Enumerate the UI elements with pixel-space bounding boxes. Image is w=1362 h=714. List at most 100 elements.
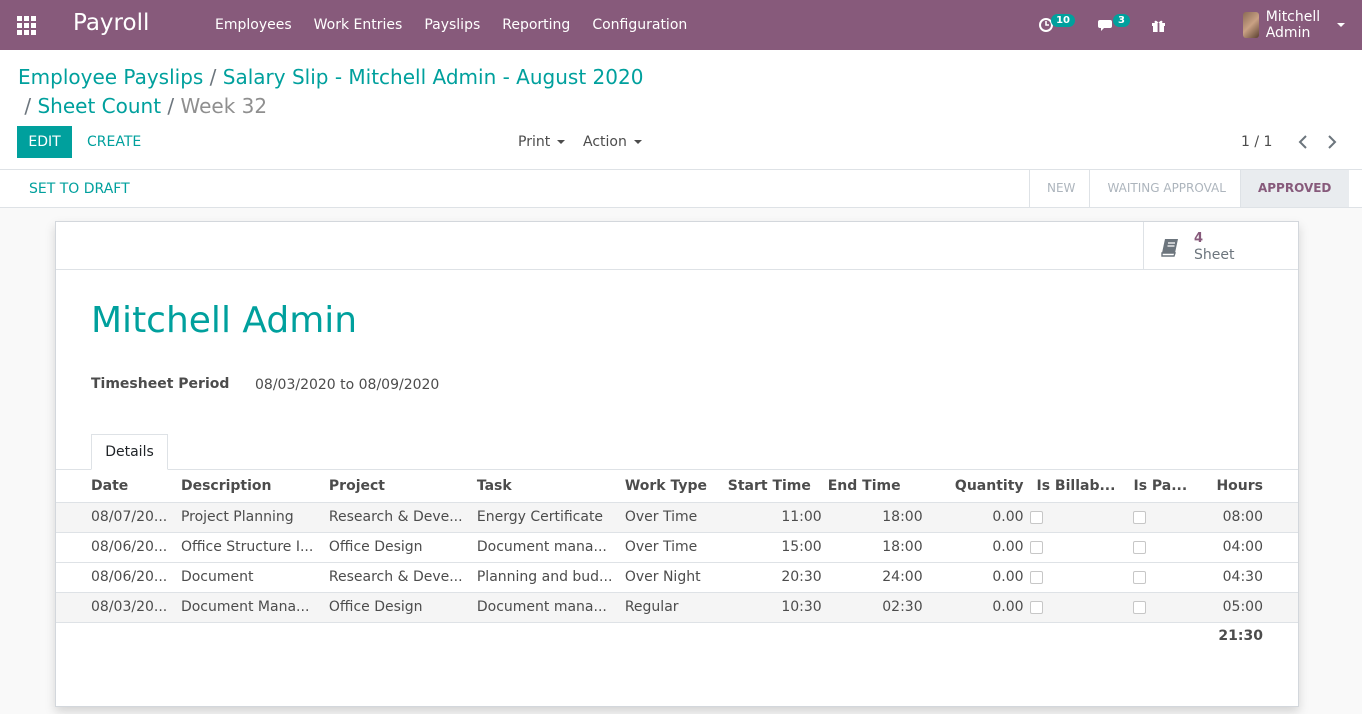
- book-icon: [1161, 239, 1178, 257]
- action-dropdown[interactable]: Action: [583, 134, 642, 150]
- cell-work-type: Over Time: [621, 532, 725, 563]
- form-statusbar: SET TO DRAFT NEW WAITING APPROVAL APPROV…: [0, 170, 1362, 208]
- user-menu[interactable]: Mitchell Admin: [1242, 0, 1345, 50]
- cell-is-billable: [1026, 532, 1124, 563]
- cell-is-paid: [1123, 592, 1214, 623]
- cell-end-time: 18:00: [824, 502, 926, 533]
- action-label: Action: [583, 134, 627, 150]
- edit-button[interactable]: EDIT: [17, 126, 72, 158]
- message-count-badge: 3: [1113, 13, 1130, 27]
- breadcrumb-employee-payslips[interactable]: Employee Payslips: [18, 65, 203, 89]
- is-billable-checkbox[interactable]: [1029, 600, 1043, 614]
- stage-pipeline: NEW WAITING APPROVAL APPROVED: [1029, 170, 1350, 207]
- pager-next-button[interactable]: [1322, 130, 1342, 154]
- column-header-start-time[interactable]: Start Time: [724, 470, 825, 503]
- menu-item-employees[interactable]: Employees: [204, 0, 303, 50]
- cell-description: Document: [177, 562, 326, 593]
- breadcrumb: Employee Payslips / Salary Slip - Mitche…: [18, 63, 658, 121]
- main-menu: Employees Work Entries Payslips Reportin…: [204, 0, 698, 50]
- sheet-count-value: 4: [1194, 231, 1204, 246]
- button-box: 4 Sheet: [56, 222, 1298, 270]
- menu-item-payslips[interactable]: Payslips: [413, 0, 491, 50]
- sheet-stat-button[interactable]: 4 Sheet: [1143, 222, 1298, 270]
- breadcrumb-sheet-count[interactable]: Sheet Count: [37, 94, 161, 118]
- cell-quantity: 0.00: [925, 532, 1027, 563]
- cell-hours: 08:00: [1213, 502, 1298, 533]
- column-header-project[interactable]: Project: [325, 470, 474, 503]
- breadcrumb-current: Week 32: [180, 94, 268, 118]
- timesheet-period-value: 08/03/2020 to 08/09/2020: [255, 377, 440, 393]
- is-billable-checkbox[interactable]: [1029, 570, 1043, 584]
- cell-description: Document Mana...: [177, 592, 326, 623]
- cell-quantity: 0.00: [925, 562, 1027, 593]
- cell-quantity: 0.00: [925, 592, 1027, 623]
- stage-new[interactable]: NEW: [1029, 170, 1089, 207]
- cell-is-paid: [1123, 532, 1214, 563]
- cell-hours: 04:30: [1213, 562, 1298, 593]
- breadcrumb-separator: /: [209, 65, 217, 89]
- cell-task: Document mana...: [473, 592, 622, 623]
- footer-spacer: [56, 622, 1213, 650]
- column-header-is-billable[interactable]: Is Billab...: [1026, 470, 1124, 503]
- stage-approved[interactable]: APPROVED: [1239, 170, 1350, 207]
- cell-task: Energy Certificate: [473, 502, 622, 533]
- breadcrumb-salary-slip[interactable]: Salary Slip - Mitchell Admin - August 20…: [223, 65, 644, 89]
- column-header-hours[interactable]: Hours: [1213, 470, 1298, 503]
- column-header-date[interactable]: Date: [56, 470, 178, 503]
- cell-date: 08/07/20...: [56, 502, 178, 533]
- table-row[interactable]: 08/03/20... Document Mana... Office Desi…: [56, 592, 1298, 623]
- is-paid-checkbox[interactable]: [1133, 570, 1147, 584]
- is-billable-checkbox[interactable]: [1029, 540, 1043, 554]
- cell-is-billable: [1026, 592, 1124, 623]
- table-row[interactable]: 08/06/20... Office Structure I... Office…: [56, 532, 1298, 563]
- tab-details[interactable]: Details: [91, 434, 168, 470]
- gift-icon: [1152, 20, 1165, 32]
- control-panel: Employee Payslips / Salary Slip - Mitche…: [0, 50, 1362, 170]
- activity-count-badge: 10: [1051, 13, 1075, 27]
- cell-quantity: 0.00: [925, 502, 1027, 533]
- menu-item-work-entries[interactable]: Work Entries: [303, 0, 414, 50]
- messaging-menu[interactable]: 3: [1098, 0, 1130, 50]
- cell-end-time: 24:00: [824, 562, 926, 593]
- cell-is-paid: [1123, 562, 1214, 593]
- pager-previous-button[interactable]: [1293, 130, 1313, 154]
- is-paid-checkbox[interactable]: [1133, 600, 1147, 614]
- is-billable-checkbox[interactable]: [1029, 510, 1043, 524]
- user-name: Mitchell Admin: [1265, 9, 1321, 41]
- timesheet-period-label: Timesheet Period: [91, 376, 230, 392]
- set-to-draft-button[interactable]: SET TO DRAFT: [20, 174, 139, 204]
- activity-menu[interactable]: 10: [1038, 0, 1075, 50]
- create-button[interactable]: CREATE: [79, 126, 149, 158]
- column-header-is-paid[interactable]: Is Pa...: [1123, 470, 1214, 503]
- is-paid-checkbox[interactable]: [1133, 510, 1147, 524]
- menu-item-reporting[interactable]: Reporting: [491, 0, 581, 50]
- caret-down-icon: [1337, 23, 1345, 27]
- cell-task: Document mana...: [473, 532, 622, 563]
- is-paid-checkbox[interactable]: [1133, 540, 1147, 554]
- column-header-description[interactable]: Description: [177, 470, 326, 503]
- column-header-task[interactable]: Task: [473, 470, 622, 503]
- cell-hours: 04:00: [1213, 532, 1298, 563]
- gift-menu[interactable]: [1151, 0, 1166, 50]
- cell-is-billable: [1026, 502, 1124, 533]
- stage-waiting-approval[interactable]: WAITING APPROVAL: [1089, 170, 1240, 207]
- cell-date: 08/06/20...: [56, 532, 178, 563]
- table-row[interactable]: 08/06/20... Document Research & Deve... …: [56, 562, 1298, 593]
- cell-end-time: 18:00: [824, 532, 926, 563]
- total-hours: 21:30: [1218, 628, 1263, 645]
- menu-item-configuration[interactable]: Configuration: [581, 0, 698, 50]
- cell-start-time: 20:30: [724, 562, 825, 593]
- cell-work-type: Over Time: [621, 502, 725, 533]
- column-header-quantity[interactable]: Quantity: [925, 470, 1027, 503]
- column-header-work-type[interactable]: Work Type: [621, 470, 725, 503]
- apps-grid-icon[interactable]: [17, 16, 37, 35]
- pager-value[interactable]: 1 / 1: [1241, 134, 1272, 150]
- caret-down-icon: [557, 140, 566, 144]
- cell-project: Research & Deve...: [325, 502, 474, 533]
- table-row[interactable]: 08/07/20... Project Planning Research & …: [56, 502, 1298, 533]
- cell-date: 08/03/20...: [56, 592, 178, 623]
- column-header-end-time[interactable]: End Time: [824, 470, 926, 503]
- print-dropdown[interactable]: Print: [518, 134, 566, 150]
- app-brand[interactable]: Payroll: [73, 10, 149, 36]
- cell-start-time: 11:00: [724, 502, 825, 533]
